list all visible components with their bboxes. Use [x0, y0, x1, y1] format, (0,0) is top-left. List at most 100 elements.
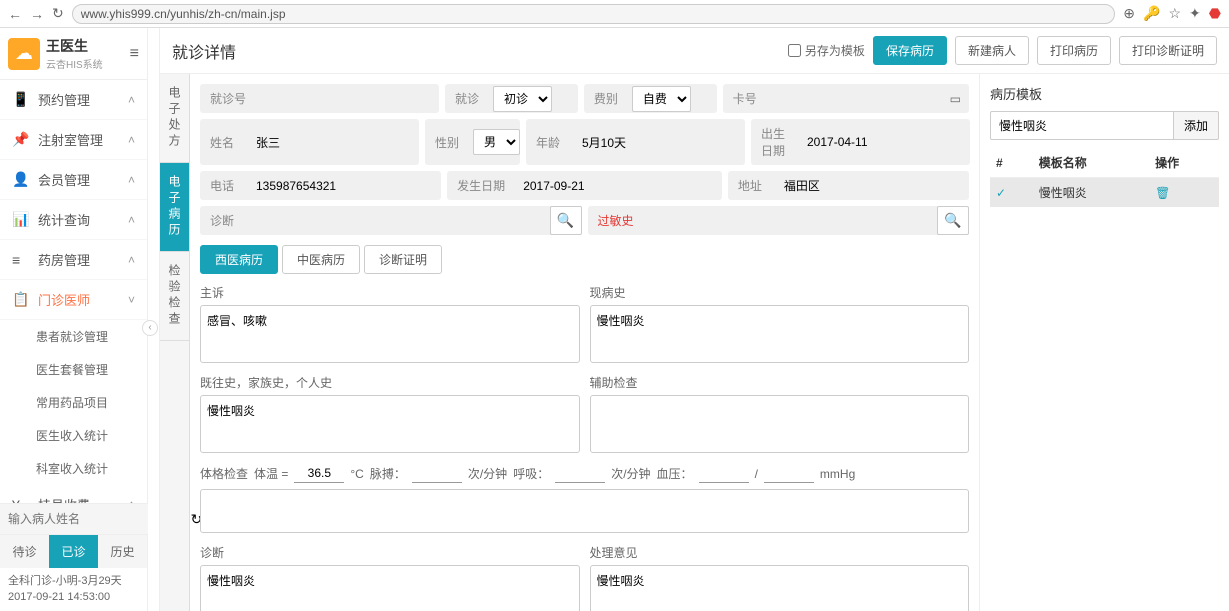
diagnosis-label: 诊断 — [200, 544, 580, 561]
print-record-button[interactable]: 打印病历 — [1037, 36, 1111, 65]
vtab-prescription[interactable]: 电子处方 — [160, 74, 189, 163]
resp-unit: 次/分钟 — [611, 465, 650, 482]
shield-icon[interactable]: ⬣ — [1209, 5, 1221, 22]
age-input[interactable] — [574, 129, 745, 155]
onset-input[interactable] — [515, 173, 722, 199]
temp-input[interactable] — [294, 464, 344, 483]
name-label: 姓名 — [200, 128, 248, 157]
chevron-down-icon: ˅ — [128, 293, 135, 307]
treatment-input[interactable] — [590, 565, 970, 611]
pulse-input[interactable] — [412, 464, 462, 483]
tab-diagnosis-cert[interactable]: 诊断证明 — [364, 245, 442, 274]
vtab-examination[interactable]: 检验检查 — [160, 252, 189, 341]
name-input[interactable] — [248, 129, 419, 155]
page-title: 就诊详情 — [172, 39, 788, 63]
chevron-up-icon: ˄ — [128, 253, 135, 267]
menu-toggle-icon[interactable]: ≡ — [130, 45, 139, 63]
menu-injection[interactable]: 📌注射室管理˄ — [0, 120, 147, 160]
past-history-input[interactable] — [200, 395, 580, 453]
add-template-button[interactable]: 添加 — [1174, 111, 1219, 140]
vitals-label: 体格检查 — [200, 465, 248, 482]
template-panel: 病历模板 添加 # 模板名称 操作 ✓ 慢性咽炎 🗑 — [979, 74, 1229, 611]
bp-unit: mmHg — [820, 467, 855, 481]
phone-input[interactable] — [248, 173, 441, 199]
appointment-info-line2: 2017-09-21 14:53:00 — [8, 590, 139, 605]
bp-sys-input[interactable] — [699, 464, 749, 483]
clipboard-icon: 📋 — [12, 291, 30, 308]
bp-label: 血压： — [657, 465, 693, 482]
aux-exam-input[interactable] — [590, 395, 970, 453]
template-row-name: 慢性咽炎 — [1033, 178, 1149, 208]
menu-appointment[interactable]: 📱预约管理˄ — [0, 80, 147, 120]
card-input[interactable] — [771, 86, 942, 112]
bp-dia-input[interactable] — [764, 464, 814, 483]
extension-icon[interactable]: ✦ — [1189, 5, 1201, 22]
pay-type-label: 费别 — [584, 84, 632, 113]
template-row[interactable]: ✓ 慢性咽炎 🗑 — [990, 178, 1219, 208]
allergy-input[interactable] — [644, 206, 937, 235]
phone-label: 电话 — [200, 171, 248, 200]
submenu-dept-income[interactable]: 科室收入统计 — [0, 452, 147, 485]
submenu-patient-visit[interactable]: 患者就诊管理 — [0, 320, 147, 353]
print-diagnosis-button[interactable]: 打印诊断证明 — [1119, 36, 1217, 65]
card-reader-icon[interactable]: ▭ — [942, 92, 969, 106]
tab-seen[interactable]: 已诊 — [49, 535, 98, 568]
compass-icon[interactable]: ⊕ — [1123, 5, 1135, 22]
menu-outpatient[interactable]: 📋门诊医师˅ — [0, 280, 147, 320]
visit-type-select[interactable]: 初诊 — [493, 86, 552, 112]
addr-input[interactable] — [776, 173, 969, 199]
star-icon[interactable]: ☆ — [1168, 5, 1181, 22]
birth-input[interactable] — [799, 129, 970, 155]
visit-no-label: 就诊号 — [200, 84, 256, 113]
diag-search-button[interactable]: 🔍 — [550, 206, 582, 235]
gender-label: 性别 — [425, 128, 473, 157]
diagnosis-input[interactable] — [200, 565, 580, 611]
forward-icon[interactable]: → — [30, 6, 44, 22]
tab-chinese-record[interactable]: 中医病历 — [282, 245, 360, 274]
vtab-medical-record[interactable]: 电子病历 — [160, 163, 189, 252]
url-input[interactable] — [72, 4, 1116, 24]
tab-western-record[interactable]: 西医病历 — [200, 245, 278, 274]
browser-address-bar: ← → ↻ ⊕ 🔑 ☆ ✦ ⬣ — [0, 0, 1229, 28]
aux-exam-label: 辅助检查 — [590, 374, 970, 391]
menu-registration-fee[interactable]: ¥挂号收费˄ — [0, 485, 147, 503]
save-record-button[interactable]: 保存病历 — [873, 36, 947, 65]
allergy-label: 过敏史 — [588, 206, 644, 235]
tab-history[interactable]: 历史 — [98, 535, 147, 568]
reload-icon[interactable]: ↻ — [52, 5, 64, 22]
key-icon[interactable]: 🔑 — [1143, 5, 1160, 22]
sidebar-collapse-handle[interactable]: ‹ — [148, 28, 160, 611]
resp-label: 呼吸： — [513, 465, 549, 482]
delete-template-icon[interactable]: 🗑 — [1155, 186, 1170, 200]
physical-exam-input[interactable] — [200, 489, 969, 533]
tab-waiting[interactable]: 待诊 — [0, 535, 49, 568]
menu-pharmacy[interactable]: ≡药房管理˄ — [0, 240, 147, 280]
pay-type-select[interactable]: 自费 — [632, 86, 691, 112]
diag-label: 诊断 — [200, 206, 248, 235]
visit-no-input[interactable] — [256, 86, 439, 112]
allergy-search-button[interactable]: 🔍 — [937, 206, 969, 235]
treatment-label: 处理意见 — [590, 544, 970, 561]
diag-input[interactable] — [248, 206, 550, 235]
chevron-up-icon: ˄ — [128, 133, 135, 147]
menu-stats[interactable]: 📊统计查询˄ — [0, 200, 147, 240]
save-as-template-checkbox[interactable]: 另存为模板 — [788, 42, 865, 59]
gender-select[interactable]: 男 — [473, 129, 520, 155]
back-icon[interactable]: ← — [8, 6, 22, 22]
chevron-up-icon: ˄ — [128, 213, 135, 227]
submenu-common-drugs[interactable]: 常用药品项目 — [0, 386, 147, 419]
template-name-input[interactable] — [990, 111, 1174, 140]
menu-member[interactable]: 👤会员管理˄ — [0, 160, 147, 200]
pulse-unit: 次/分钟 — [468, 465, 507, 482]
template-panel-title: 病历模板 — [990, 84, 1219, 103]
resp-input[interactable] — [555, 464, 605, 483]
pulse-label: 脉搏： — [370, 465, 406, 482]
chief-complaint-input[interactable] — [200, 305, 580, 363]
past-history-label: 既往史，家族史，个人史 — [200, 374, 580, 391]
chevron-up-icon: ˄ — [128, 93, 135, 107]
present-illness-input[interactable] — [590, 305, 970, 363]
submenu-doctor-income[interactable]: 医生收入统计 — [0, 419, 147, 452]
submenu-doctor-package[interactable]: 医生套餐管理 — [0, 353, 147, 386]
new-patient-button[interactable]: 新建病人 — [955, 36, 1029, 65]
patient-search-input[interactable] — [0, 504, 171, 534]
